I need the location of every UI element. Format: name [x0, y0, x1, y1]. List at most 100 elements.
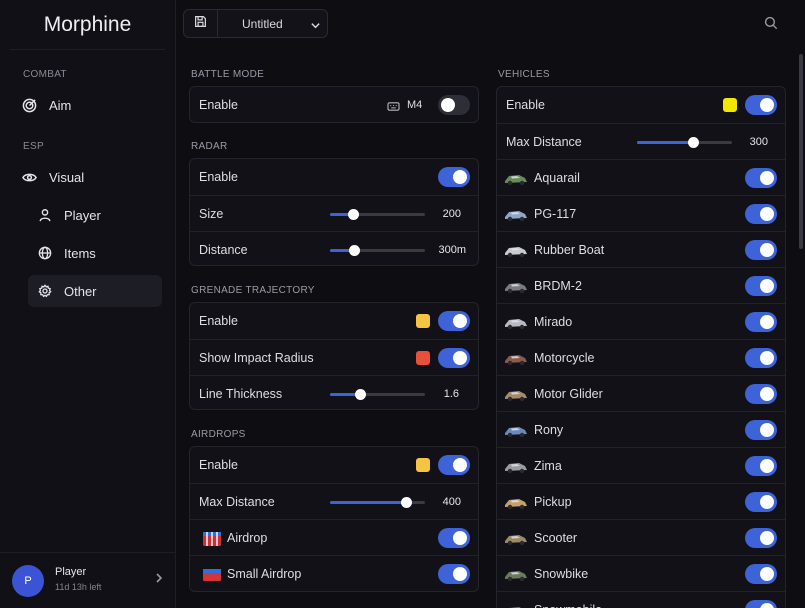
avatar: P	[12, 565, 44, 597]
impact-color-swatch[interactable]	[416, 351, 430, 365]
vehicle-toggle[interactable]	[745, 564, 777, 584]
vehicle-toggle[interactable]	[745, 168, 777, 188]
armored-car-icon	[503, 276, 529, 296]
vehicle-row: Mirado	[497, 303, 785, 339]
pickup-icon	[503, 492, 529, 512]
vehicle-toggle[interactable]	[745, 600, 777, 608]
airdrops-color-swatch[interactable]	[416, 458, 430, 472]
battle-mode-toggle[interactable]	[438, 95, 470, 115]
small-airdrop-label: Small Airdrop	[227, 567, 302, 581]
vehicle-row: Snowbike	[497, 555, 785, 591]
airdrops-card: Enable Max Distance 400 Airdrop Small Ai…	[189, 446, 479, 592]
user-name: Player	[55, 566, 87, 578]
vehicle-row: Rubber Boat	[497, 231, 785, 267]
aquarail-icon	[503, 168, 529, 188]
vehicle-label: Zima	[534, 459, 562, 473]
snowmobile-icon	[503, 600, 529, 608]
eye-icon	[21, 169, 37, 185]
vehicle-label: Snowbike	[534, 567, 589, 581]
vehicle-label: Motorcycle	[534, 351, 595, 365]
vehicles-max-distance-value: 300	[749, 136, 768, 148]
vehicles-enable-label: Enable	[506, 98, 545, 112]
slider-knob[interactable]	[347, 209, 359, 220]
vehicle-label: Rony	[534, 423, 564, 437]
vehicle-toggle[interactable]	[745, 204, 777, 224]
vehicle-row: Motorcycle	[497, 339, 785, 375]
small-airdrop-crate-icon	[202, 564, 222, 589]
globe-icon	[37, 245, 53, 261]
vehicle-toggle[interactable]	[745, 312, 777, 332]
save-button[interactable]	[184, 10, 218, 37]
vehicle-toggle[interactable]	[745, 384, 777, 404]
user-profile[interactable]: P Player 11d 13h left	[0, 552, 176, 608]
search-icon[interactable]	[764, 16, 778, 35]
vehicle-row: Rony	[497, 411, 785, 447]
chevron-right-icon	[154, 571, 164, 589]
grenade-color-swatch[interactable]	[416, 314, 430, 328]
radar-enable-label: Enable	[199, 170, 238, 184]
line-thickness-label: Line Thickness	[199, 387, 283, 401]
glider-icon	[503, 384, 529, 404]
vehicle-label: Aquarail	[534, 171, 580, 185]
grenade-toggle[interactable]	[438, 311, 470, 331]
rubber-boat-icon	[503, 240, 529, 260]
line-thickness-slider[interactable]	[330, 389, 425, 400]
sidebar-item-other[interactable]: Other	[28, 275, 162, 307]
slider-knob[interactable]	[688, 137, 700, 148]
slider-knob[interactable]	[401, 497, 412, 508]
grenade-enable-label: Enable	[199, 314, 238, 328]
vehicles-color-swatch[interactable]	[723, 98, 737, 112]
section-title-airdrops: AIRDROPS	[191, 429, 246, 440]
section-title-vehicles: VEHICLES	[498, 69, 550, 80]
radar-toggle[interactable]	[438, 167, 470, 187]
vehicles-toggle[interactable]	[745, 95, 777, 115]
small-airdrop-toggle[interactable]	[438, 564, 470, 584]
sidebar: Morphine COMBAT Aim ESP Visual Player It…	[0, 0, 176, 608]
vehicles-max-distance-slider[interactable]	[637, 137, 732, 148]
vehicles-card: Enable Max Distance 300 Aquarail PG-117 Ru…	[496, 86, 786, 608]
scrollbar[interactable]	[799, 54, 803, 249]
motorcycle-icon	[503, 348, 529, 368]
vehicle-toggle[interactable]	[745, 240, 777, 260]
vehicle-row: Snowmobile	[497, 591, 785, 608]
section-title-radar: RADAR	[191, 141, 228, 152]
battle-mode-keybind[interactable]: M4	[407, 99, 422, 111]
airdrop-toggle[interactable]	[438, 528, 470, 548]
slider-knob[interactable]	[348, 245, 360, 256]
vehicle-toggle[interactable]	[745, 528, 777, 548]
vehicle-toggle[interactable]	[745, 492, 777, 512]
airdrops-max-distance-slider[interactable]	[330, 497, 425, 508]
vehicle-toggle[interactable]	[745, 348, 777, 368]
vehicle-label: Scooter	[534, 531, 578, 545]
sidebar-item-aim[interactable]: Aim	[12, 89, 162, 121]
config-selector[interactable]: Untitled	[183, 9, 328, 38]
radar-size-label: Size	[199, 207, 224, 221]
radar-distance-label: Distance	[199, 243, 248, 257]
vehicle-row: BRDM-2	[497, 267, 785, 303]
chevron-down-icon	[310, 18, 321, 36]
subscription-time: 11d 13h left	[55, 582, 102, 592]
vehicle-toggle[interactable]	[745, 420, 777, 440]
sidebar-item-label: Visual	[49, 169, 85, 185]
vehicle-row: Zima	[497, 447, 785, 483]
snowbike-icon	[503, 564, 529, 584]
airdrops-toggle[interactable]	[438, 455, 470, 475]
sidebar-item-visual[interactable]: Visual	[12, 161, 162, 193]
target-icon	[21, 97, 37, 113]
section-title-grenade: GRENADE TRAJECTORY	[191, 285, 315, 296]
airdrops-max-distance-value: 400	[442, 496, 461, 508]
radar-size-slider[interactable]	[330, 209, 425, 220]
vehicle-toggle[interactable]	[745, 276, 777, 296]
gear-icon	[37, 283, 53, 299]
impact-radius-toggle[interactable]	[438, 348, 470, 368]
slider-knob[interactable]	[355, 389, 367, 400]
sidebar-item-label: Aim	[49, 97, 72, 113]
car-icon	[503, 312, 529, 332]
sidebar-item-items[interactable]: Items	[28, 237, 162, 269]
radar-distance-slider[interactable]	[330, 245, 425, 256]
sidebar-item-player[interactable]: Player	[28, 199, 162, 231]
vehicles-max-distance-label: Max Distance	[506, 135, 582, 149]
vehicle-toggle[interactable]	[745, 456, 777, 476]
airdrop-crate-icon	[202, 528, 222, 553]
sidebar-item-label: Other	[64, 283, 97, 299]
